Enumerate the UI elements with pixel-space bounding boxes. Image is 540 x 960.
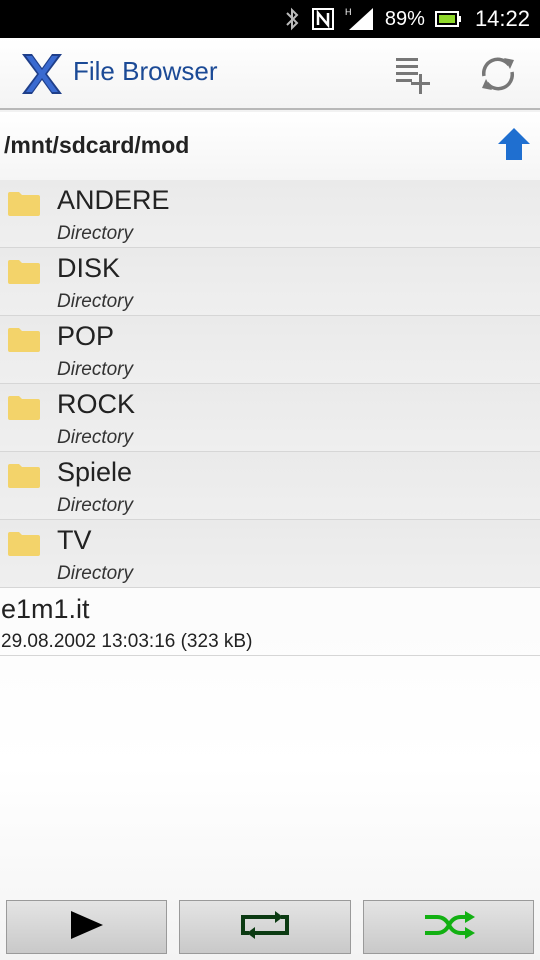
shuffle-icon	[421, 909, 477, 946]
play-button[interactable]	[6, 900, 167, 954]
directory-type: Directory	[57, 495, 134, 516]
play-icon	[67, 909, 107, 946]
shuffle-button[interactable]	[363, 900, 534, 954]
folder-icon	[8, 462, 40, 488]
repeat-icon	[237, 909, 293, 946]
directory-type: Directory	[57, 223, 134, 244]
folder-icon	[8, 190, 40, 216]
file-row[interactable]: e1m1.it 29.08.2002 13:03:16 (323 kB)	[0, 588, 540, 656]
current-path: /mnt/sdcard/mod	[4, 132, 190, 158]
directory-row[interactable]: POP Directory	[0, 316, 540, 384]
app-logo-icon[interactable]	[18, 50, 66, 98]
app-title: File Browser	[73, 56, 218, 86]
refresh-icon[interactable]	[476, 52, 520, 96]
directory-row[interactable]: ROCK Directory	[0, 384, 540, 452]
folder-icon	[8, 258, 40, 284]
battery-icon	[434, 10, 461, 28]
bluetooth-icon	[283, 7, 301, 31]
directory-type: Directory	[57, 291, 134, 312]
folder-icon	[8, 530, 40, 556]
file-meta: 29.08.2002 13:03:16 (323 kB)	[1, 631, 253, 652]
directory-name: ROCK	[57, 389, 136, 419]
directory-row[interactable]: ANDERE Directory	[0, 180, 540, 248]
clock: 14:22	[474, 6, 530, 31]
battery-text: 89%	[384, 7, 425, 30]
path-bar: /mnt/sdcard/mod	[0, 112, 540, 180]
directory-name: Spiele	[57, 457, 133, 487]
directory-type: Directory	[57, 427, 134, 448]
nfc-icon	[311, 7, 335, 31]
repeat-button[interactable]	[179, 900, 351, 954]
directory-name: POP	[57, 321, 115, 351]
folder-icon	[8, 394, 40, 420]
directory-type: Directory	[57, 359, 134, 380]
directory-name: DISK	[57, 253, 121, 283]
action-bar: File Browser	[0, 38, 540, 110]
directory-name: TV	[57, 525, 92, 555]
directory-row[interactable]: TV Directory	[0, 520, 540, 588]
directory-row[interactable]: DISK Directory	[0, 248, 540, 316]
folder-icon	[8, 326, 40, 352]
directory-name: ANDERE	[57, 185, 170, 215]
status-bar: H 89% 14:22	[0, 0, 540, 38]
signal-hplus-icon: H	[345, 6, 375, 32]
file-name: e1m1.it	[1, 594, 90, 624]
up-arrow-icon[interactable]	[494, 124, 534, 164]
add-to-playlist-icon[interactable]	[392, 52, 436, 96]
directory-row[interactable]: Spiele Directory	[0, 452, 540, 520]
directory-type: Directory	[57, 563, 134, 584]
svg-text:H: H	[345, 7, 352, 17]
file-list: ANDERE Directory DISK Directory POP Dire…	[0, 180, 540, 656]
